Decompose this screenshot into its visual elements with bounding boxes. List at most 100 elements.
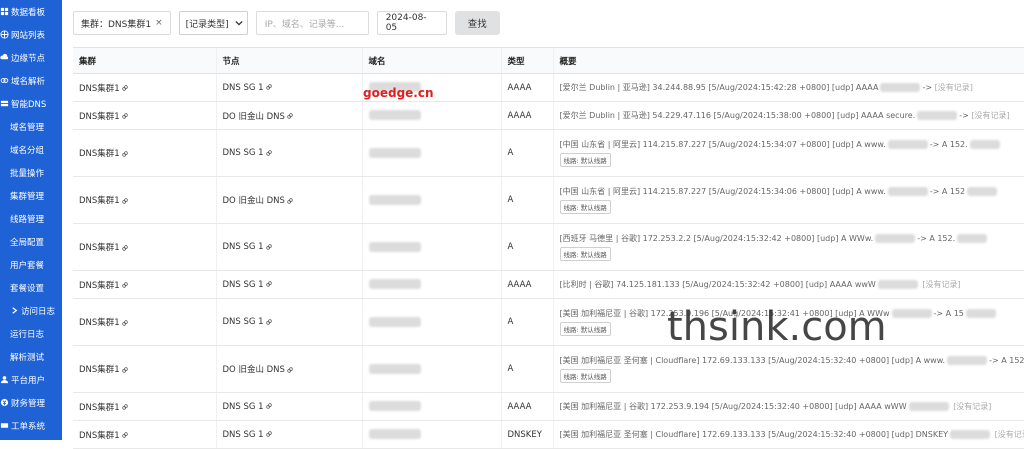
table-row: DNS集群1 DNS SG 1 DNSKEY [美国 加利福尼亚 圣何塞 | Clou… — [73, 420, 1024, 449]
redacted-text — [887, 187, 928, 196]
node-link[interactable]: DNS SG 1 — [223, 148, 264, 158]
link-icon[interactable] — [122, 113, 128, 119]
link-icon[interactable] — [122, 85, 128, 91]
sidebar-item[interactable]: 域名解析 — [0, 69, 62, 92]
node-link[interactable]: DNS SG 1 — [223, 402, 264, 412]
link-icon[interactable] — [287, 197, 293, 204]
date-input[interactable]: 2024-08-05 — [376, 11, 447, 35]
link-icon[interactable] — [122, 366, 128, 373]
sidebar-item[interactable]: 访问日志 — [0, 299, 62, 322]
search-placeholder: IP、域名、记录等... — [264, 19, 345, 30]
node-link[interactable]: DNS SG 1 — [223, 242, 264, 252]
redacted-text — [908, 402, 949, 411]
cluster-filter-chip[interactable]: 集群：DNS集群1 × — [73, 11, 171, 35]
link-icon[interactable] — [122, 150, 128, 157]
sidebar-item[interactable]: 财务管理 — [0, 391, 62, 414]
sidebar-item-label: 集群管理 — [10, 191, 45, 202]
sidebar-item[interactable]: 域名分组 — [0, 138, 62, 161]
cluster-cell: DNS集群1 — [73, 223, 216, 271]
type-cell: AAAA — [500, 392, 553, 421]
sidebar-item-label: 数据看板 — [11, 7, 46, 18]
type-cell: A — [500, 298, 553, 346]
node-link[interactable]: DNS SG 1 — [223, 280, 264, 290]
cluster-link[interactable]: DNS集群1 — [79, 431, 120, 441]
redacted-text — [877, 280, 918, 289]
overview-text: [美国 加利福尼亚 | 谷歌] 172.253.9.194 [5/Aug/202… — [559, 402, 907, 411]
link-icon[interactable] — [122, 432, 128, 438]
sidebar-item-label: 线路管理 — [10, 214, 45, 225]
node-cell: DO 旧金山 DNS — [215, 101, 362, 130]
header-cluster: 集群 — [73, 47, 216, 74]
sidebar-item[interactable]: 全局配置 — [0, 230, 62, 253]
overview-suffix: -> A 152. — [989, 356, 1024, 365]
link-icon[interactable] — [265, 243, 272, 250]
record-type-select[interactable]: [记录类型] — [178, 11, 248, 35]
link-icon[interactable] — [122, 404, 128, 410]
table-header-row: 集群 节点 域名 类型 概要 — [73, 47, 1024, 74]
header-overview: 概要 — [552, 47, 1024, 74]
keyword-search-input[interactable]: IP、域名、记录等... — [255, 11, 369, 35]
sidebar-item[interactable]: 网站列表 — [0, 23, 62, 46]
node-cell: DO 旧金山 DNS — [215, 176, 362, 224]
node-cell: DNS SG 1 — [215, 129, 362, 177]
close-icon[interactable]: × — [155, 18, 163, 28]
sidebar-item[interactable]: 域名管理 — [0, 115, 62, 138]
sidebar-item[interactable]: 数据看板 — [0, 0, 62, 23]
cluster-link[interactable]: DNS集群1 — [79, 318, 120, 328]
line-tag: 线路: 默认线路 — [559, 369, 611, 383]
cluster-link[interactable]: DNS集群1 — [79, 112, 120, 122]
sidebar-item[interactable]: 套餐设置 — [0, 276, 62, 299]
table-row: DNS集群1 DNS SG 1 AAAA [美国 加利福尼亚 | 谷歌] 172.25… — [73, 392, 1024, 421]
sidebar-item[interactable]: 边缘节点 — [0, 46, 62, 69]
link-icon[interactable] — [122, 319, 128, 326]
cluster-link[interactable]: DNS集群1 — [79, 365, 120, 375]
cluster-cell: DNS集群1 — [73, 392, 216, 421]
cluster-link[interactable]: DNS集群1 — [79, 84, 120, 94]
link-icon[interactable] — [287, 366, 293, 373]
link-icon[interactable] — [265, 281, 272, 287]
sidebar-item[interactable]: 智能DNS — [0, 92, 62, 115]
cluster-link[interactable]: DNS集群1 — [79, 281, 120, 291]
link-icon[interactable] — [122, 244, 128, 251]
cluster-link[interactable]: DNS集群1 — [79, 149, 120, 159]
cluster-link[interactable]: DNS集群1 — [79, 403, 120, 413]
overview-text: [爱尔兰 Dublin | 亚马逊] 54.229.47.116 [5/Aug/… — [559, 111, 916, 120]
sidebar-item[interactable]: 线路管理 — [0, 207, 62, 230]
link-icon[interactable] — [122, 197, 128, 204]
search-button[interactable]: 查找 — [454, 11, 500, 35]
line-tag: 线路: 默认线路 — [559, 247, 611, 261]
sidebar-item[interactable]: 用户套餐 — [0, 253, 62, 276]
link-icon[interactable] — [265, 149, 272, 156]
type-cell: A — [500, 223, 553, 271]
link-icon[interactable] — [265, 431, 272, 437]
link-icon[interactable] — [265, 403, 272, 409]
sidebar-item[interactable]: 工单系统 — [0, 414, 62, 437]
node-link[interactable]: DNS SG 1 — [223, 83, 264, 93]
table-row: DNS集群1 DO 旧金山 DNS A [美国 加利福尼亚 圣何塞 | Cloudfl… — [73, 345, 1024, 393]
node-cell: DNS SG 1 — [215, 73, 362, 102]
sidebar-item[interactable]: 运行日志 — [0, 322, 62, 345]
node-link[interactable]: DO 旧金山 DNS — [223, 112, 285, 122]
redacted-text — [880, 83, 921, 92]
no-record-label: [没有记录] — [971, 111, 1010, 120]
cluster-link[interactable]: DNS集群1 — [79, 196, 120, 206]
no-record-label: [没有记录] — [934, 83, 973, 92]
node-link[interactable]: DO 旧金山 DNS — [223, 365, 285, 375]
sidebar-item[interactable]: 平台用户 — [0, 368, 62, 391]
sidebar-item[interactable]: 集群管理 — [0, 184, 62, 207]
sidebar-item[interactable]: 批量操作 — [0, 161, 62, 184]
link-icon[interactable] — [265, 84, 272, 90]
node-link[interactable]: DNS SG 1 — [223, 430, 264, 440]
link-icon[interactable] — [265, 318, 272, 325]
link-icon[interactable] — [122, 282, 128, 288]
redacted-text — [917, 111, 958, 120]
cluster-link[interactable]: DNS集群1 — [79, 243, 120, 253]
node-link[interactable]: DO 旧金山 DNS — [223, 196, 285, 206]
sidebar-item-label: 全局配置 — [10, 237, 45, 248]
line-tag: 线路: 默认线路 — [559, 322, 611, 336]
overview-cell: [爱尔兰 Dublin | 亚马逊] 54.229.47.116 [5/Aug/… — [552, 101, 1024, 130]
link-icon[interactable] — [287, 113, 293, 119]
node-link[interactable]: DNS SG 1 — [223, 317, 264, 327]
redacted-text — [891, 309, 932, 318]
sidebar-item[interactable]: 解析测试 — [0, 345, 62, 368]
